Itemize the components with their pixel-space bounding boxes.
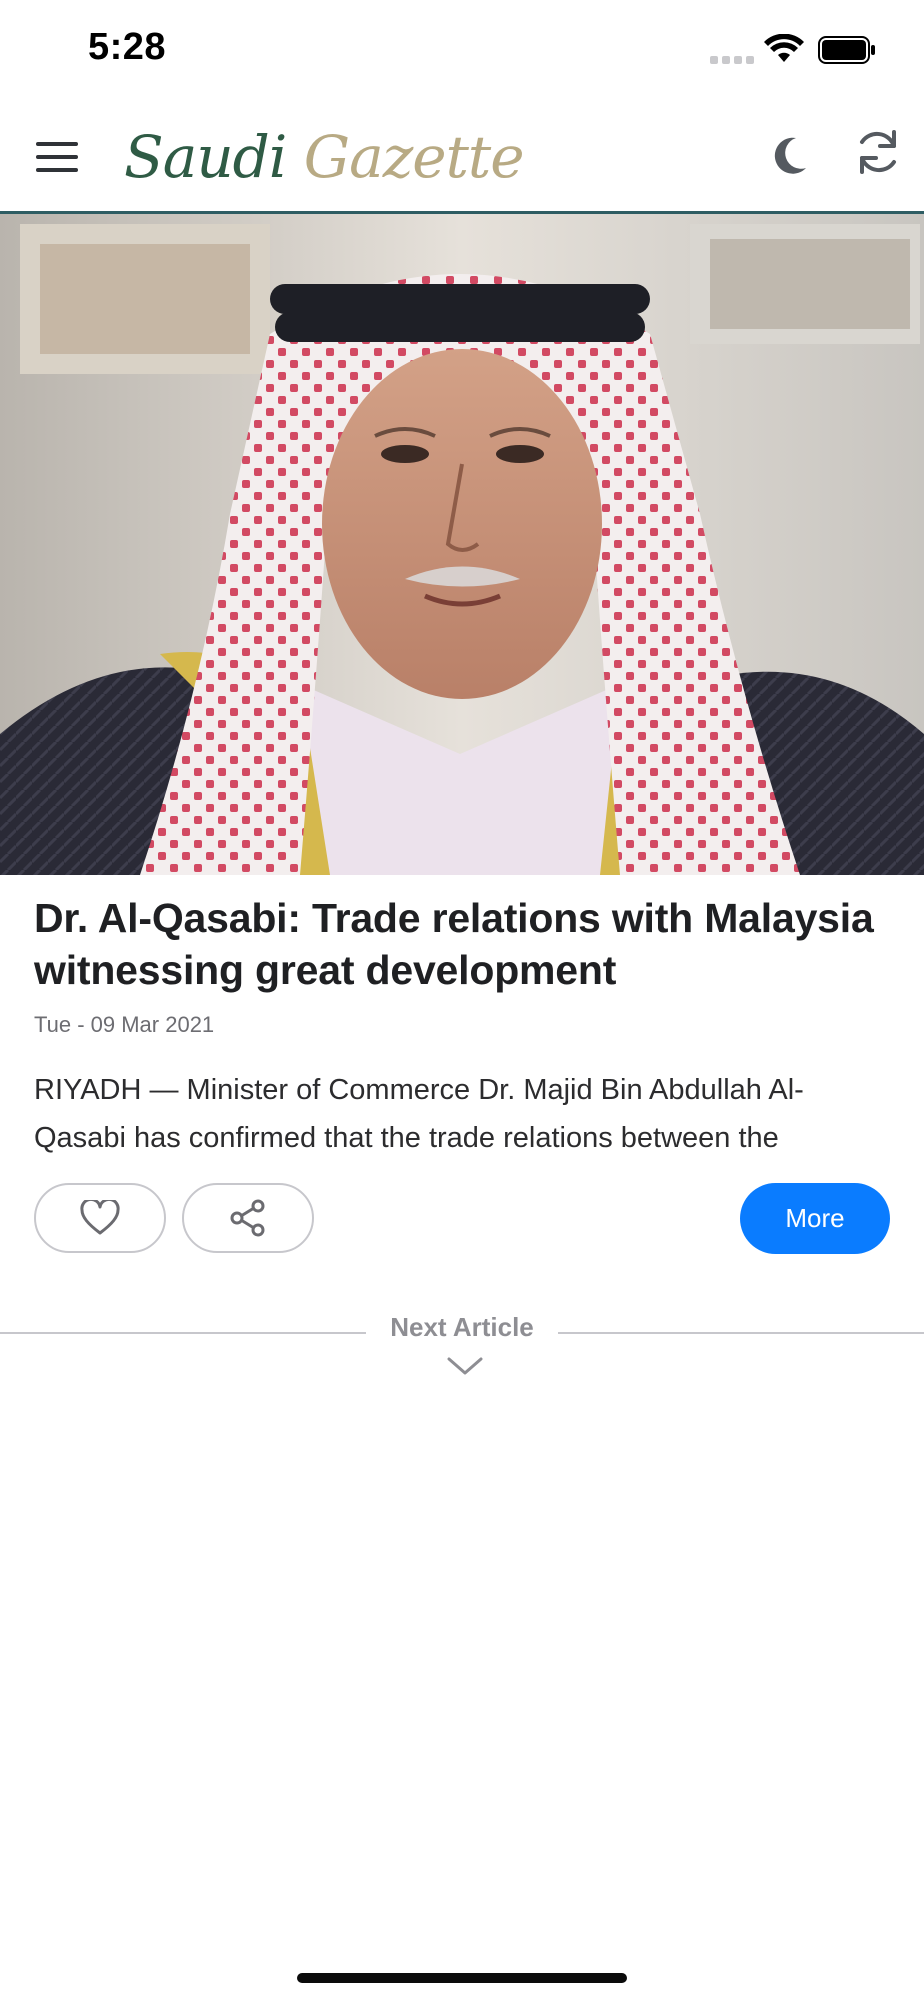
- article-hero-image[interactable]: [0, 214, 924, 875]
- brand-logo-first: Saudi: [124, 123, 287, 191]
- share-button[interactable]: [182, 1183, 314, 1253]
- refresh-icon[interactable]: [852, 126, 904, 178]
- status-time: 5:28: [88, 26, 167, 68]
- chevron-down-icon[interactable]: [447, 1356, 483, 1376]
- next-article-label[interactable]: Next Article: [366, 1312, 558, 1343]
- share-icon: [230, 1199, 265, 1237]
- status-bar: 5:28: [0, 0, 924, 100]
- app-header: Saudi Gazette: [0, 100, 924, 214]
- article-date: Tue - 09 Mar 2021: [34, 1012, 215, 1037]
- next-article-divider-right: [558, 1332, 924, 1334]
- moon-icon[interactable]: [770, 134, 810, 178]
- heart-icon: [80, 1200, 120, 1235]
- like-button[interactable]: [34, 1183, 166, 1253]
- brand-logo[interactable]: Saudi Gazette: [124, 112, 525, 202]
- article-title[interactable]: Dr. Al-Qasabi: Trade relations with Mala…: [34, 892, 904, 996]
- more-button[interactable]: More: [740, 1183, 890, 1254]
- next-article-divider-left: [0, 1332, 366, 1334]
- portrait-illustration: [0, 214, 924, 875]
- home-indicator[interactable]: [297, 1973, 627, 1983]
- battery-icon: [818, 36, 875, 64]
- article-excerpt: RIYADH — Minister of Commerce Dr. Majid …: [34, 1074, 804, 1154]
- brand-logo-second: Gazette: [303, 123, 525, 191]
- hamburger-menu-icon[interactable]: [36, 140, 80, 174]
- cellular-signal-icon: [710, 52, 754, 64]
- wifi-icon: [764, 34, 804, 62]
